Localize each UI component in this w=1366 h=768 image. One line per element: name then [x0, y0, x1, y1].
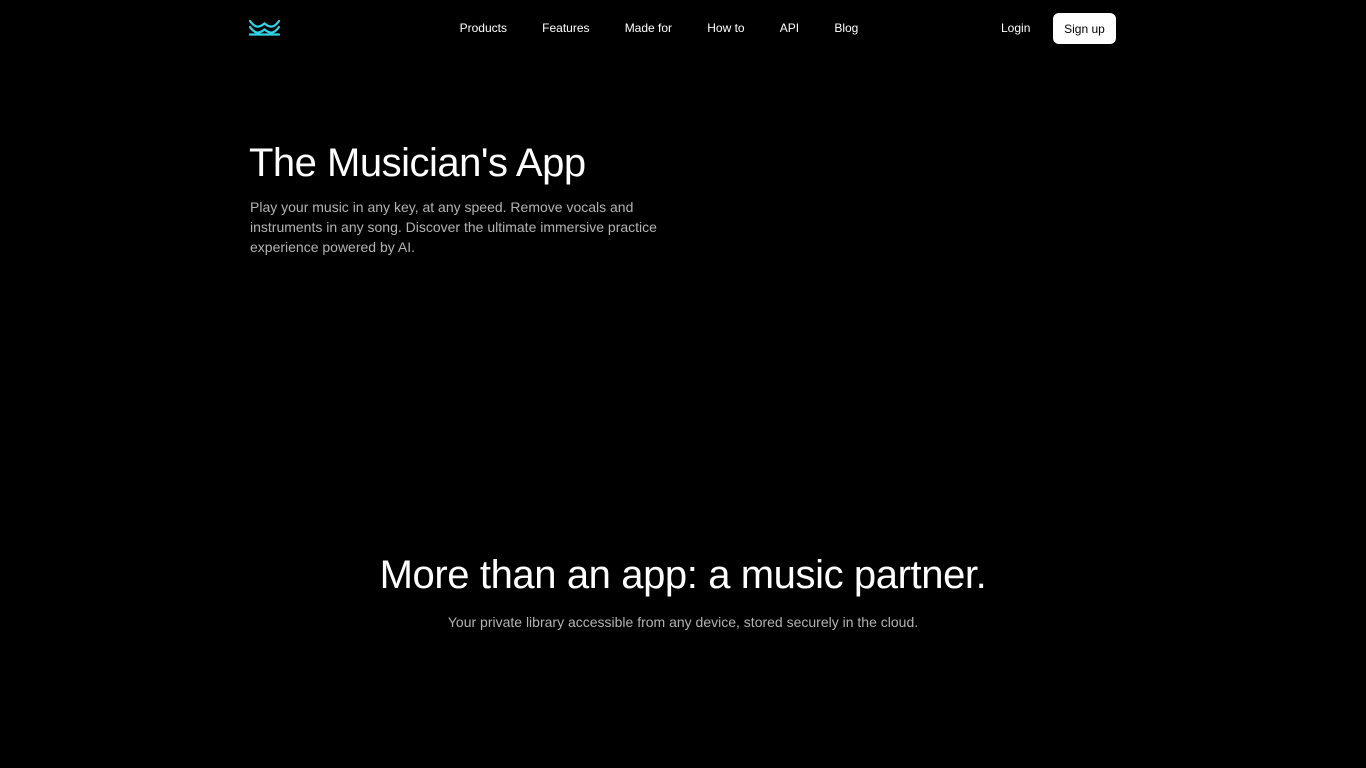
section-title: More than an app: a music partner. [379, 553, 987, 597]
nav-link-how-to[interactable]: How to [690, 13, 763, 43]
nav-link-products[interactable]: Products [442, 13, 525, 43]
hero-subtitle: Play your music in any key, at any speed… [250, 199, 657, 255]
nav-links: Products Features Made for How to API Bl… [442, 13, 876, 43]
nav-link-made-for[interactable]: Made for [607, 13, 690, 43]
hero-title: The Musician's App [249, 141, 586, 185]
nav-link-blog[interactable]: Blog [817, 13, 876, 43]
nav-link-features[interactable]: Features [525, 13, 608, 43]
nav-link-api[interactable]: API [762, 13, 817, 43]
sign-up-button[interactable]: Sign up [1053, 13, 1116, 44]
waves-logo-icon[interactable] [249, 19, 280, 37]
login-link[interactable]: Login [990, 13, 1041, 43]
section-subtitle: Your private library accessible from any… [447, 614, 919, 630]
top-navigation: Products Features Made for How to API Bl… [0, 0, 1366, 56]
